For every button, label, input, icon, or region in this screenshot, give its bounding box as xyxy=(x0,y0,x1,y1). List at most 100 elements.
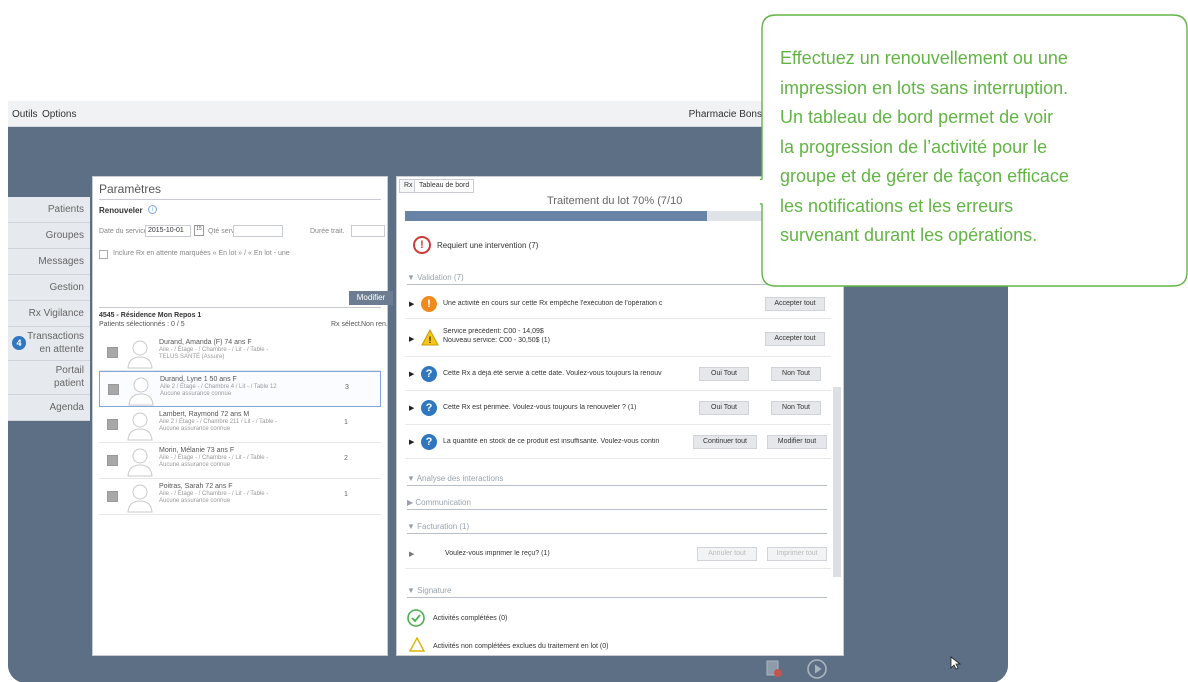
sidebar-item-portail[interactable]: Portail patient xyxy=(8,361,90,395)
tab-dashboard[interactable]: Tableau de bord xyxy=(414,179,475,193)
callout-line: les notifications et les erreurs xyxy=(780,195,1014,216)
patient-insurance: Aucune assurance connue xyxy=(159,426,231,432)
patient-insurance: TELUS SANTÉ (Assure) xyxy=(159,354,225,360)
accept-all-button[interactable]: Accepter tout xyxy=(765,332,825,346)
no-all-button[interactable]: Non Tout xyxy=(771,367,821,381)
question-icon: ? xyxy=(421,366,437,382)
menu-outils[interactable]: Outils xyxy=(12,109,38,120)
sidebar-item-groupes[interactable]: Groupes xyxy=(8,223,90,249)
expand-icon: ▼ xyxy=(407,273,418,282)
play-icon[interactable] xyxy=(806,658,828,680)
svg-text:!: ! xyxy=(429,335,432,345)
callout-line: Un tableau de bord permet de voir xyxy=(780,107,1054,127)
patient-checkbox[interactable] xyxy=(107,347,118,358)
patient-row[interactable]: Poitras, Sarah 72 ans F Aile - / Étage - … xyxy=(99,479,381,515)
date-field[interactable]: 2015-10-01 xyxy=(145,225,191,237)
facturation-label: Facturation (1) xyxy=(417,522,470,531)
patient-checkbox[interactable] xyxy=(108,384,119,395)
sidebar-item-messages[interactable]: Messages xyxy=(8,249,90,275)
patient-name: Poitras, Sarah 72 ans F xyxy=(159,483,233,490)
new-service-text: Nouveau service: C00 - 30,50$ (1) xyxy=(443,337,550,344)
patient-insurance: Aucune assurance connue xyxy=(159,462,231,468)
marketing-screenshot: Outils Options Pharmacie Bons C Patients… xyxy=(0,0,1188,682)
yes-all-button[interactable]: Oui Tout xyxy=(699,401,749,415)
portail-label-2: patient xyxy=(53,378,84,389)
divider xyxy=(99,199,381,200)
expand-arrow-icon[interactable]: ▶ xyxy=(409,550,414,558)
patient-address: Aile - / Étage - / Chambre - / Lit - / T… xyxy=(159,491,269,497)
renouveler-label: Renouveler xyxy=(99,206,143,215)
sidebar-item-rx-vigilance[interactable]: Rx Vigilance xyxy=(8,301,90,327)
include-checkbox[interactable] xyxy=(99,250,108,259)
non-ren-header: Non ren. xyxy=(361,321,388,328)
facturation-row: ▶ Voulez-vous imprimer le reçu? (1) Annu… xyxy=(405,539,831,569)
modify-all-button[interactable]: Modifier tout xyxy=(767,435,827,449)
continue-all-button[interactable]: Continuer tout xyxy=(693,435,757,449)
bottom-toolbar xyxy=(8,656,1008,682)
avatar xyxy=(127,340,153,369)
sidebar: Patients Groupes Messages Gestion Rx Vig… xyxy=(8,197,90,421)
callout-line: la progression de l’activité pour le xyxy=(780,136,1048,157)
accept-all-button[interactable]: Accepter tout xyxy=(765,297,825,311)
divider xyxy=(99,307,381,308)
section-communication[interactable]: ▶ Communication xyxy=(407,498,827,510)
expand-arrow-icon[interactable]: ▶ xyxy=(409,404,414,412)
duree-label: Durée trait. xyxy=(310,228,345,235)
yes-all-button[interactable]: Oui Tout xyxy=(699,367,749,381)
warning-triangle-icon xyxy=(409,637,425,652)
patients-selected: Patients sélectionnés : 0 / 5 xyxy=(99,321,185,328)
validation-label: Validation (7) xyxy=(417,273,464,282)
expand-icon: ▼ xyxy=(407,522,418,531)
patient-insurance: Aucune assurance connue xyxy=(159,498,231,504)
no-all-button[interactable]: Non Tout xyxy=(771,401,821,415)
signature-label: Signature xyxy=(417,586,452,595)
renew-icon[interactable] xyxy=(766,660,782,678)
expand-arrow-icon[interactable]: ▶ xyxy=(409,370,414,378)
patient-row[interactable]: Morin, Mélanie 73 ans F Aile - / Étage - … xyxy=(99,443,381,479)
avatar xyxy=(127,484,153,513)
non-completed-label: Activités non complétées exclues du trai… xyxy=(433,643,609,650)
expand-icon: ▼ xyxy=(407,586,418,595)
duree-field[interactable] xyxy=(351,225,385,237)
communication-label: Communication xyxy=(415,498,471,507)
group-title: 4545 - Résidence Mon Repos 1 xyxy=(99,312,202,319)
callout-text: Effectuez un renouvellement ou une impre… xyxy=(780,44,1180,251)
cancel-all-button[interactable]: Annuler tout xyxy=(697,547,757,561)
sidebar-item-agenda[interactable]: Agenda xyxy=(8,395,90,421)
patient-row[interactable]: Durand, Lyne 1 50 ans F Aile 2 / Étage - … xyxy=(99,371,381,407)
menu-options[interactable]: Options xyxy=(42,109,76,120)
modifier-button[interactable]: Modifier xyxy=(349,291,393,305)
question-icon: ? xyxy=(421,400,437,416)
row-text: Cette Rx est périmée. Voulez-vous toujou… xyxy=(443,404,637,411)
expand-arrow-icon[interactable]: ▶ xyxy=(409,335,414,343)
avatar xyxy=(127,448,153,477)
panel-title: Paramètres xyxy=(99,182,162,196)
patient-checkbox[interactable] xyxy=(107,419,118,430)
patient-name: Lambert, Raymond 72 ans M xyxy=(159,411,250,418)
patient-name: Morin, Mélanie 73 ans F xyxy=(159,447,235,454)
sidebar-item-transactions[interactable]: 4 Transactions en attente xyxy=(8,327,90,361)
print-all-button[interactable]: Imprimer tout xyxy=(767,547,827,561)
warning-triangle-icon: ! xyxy=(421,329,439,346)
section-facturation[interactable]: ▼ Facturation (1) xyxy=(407,522,827,534)
section-analyse[interactable]: ▼ Analyse des interactions xyxy=(407,474,827,486)
qte-field[interactable] xyxy=(233,225,283,237)
patient-checkbox[interactable] xyxy=(107,491,118,502)
rx-count: 2 xyxy=(344,455,348,462)
section-signature[interactable]: ▼ Signature xyxy=(407,586,827,598)
expand-arrow-icon[interactable]: ▶ xyxy=(409,438,414,446)
sidebar-item-gestion[interactable]: Gestion xyxy=(8,275,90,301)
patient-row[interactable]: Lambert, Raymond 72 ans M Aile 2 / Étage … xyxy=(99,407,381,443)
rx-count: 1 xyxy=(344,419,348,426)
completed-label: Activités complétées (0) xyxy=(433,615,508,622)
patient-row[interactable]: Durand, Amanda (F) 74 ans F Aile - / Étag… xyxy=(99,335,381,371)
intervention-label: Requiert une intervention (7) xyxy=(437,241,539,250)
intervention-icon: ! xyxy=(413,236,431,254)
expand-arrow-icon[interactable]: ▶ xyxy=(409,300,414,308)
scrollbar[interactable] xyxy=(833,387,841,577)
info-icon[interactable]: i xyxy=(148,205,157,214)
calendar-icon[interactable]: 15 xyxy=(194,225,204,236)
sidebar-item-patients[interactable]: Patients xyxy=(8,197,90,223)
patient-checkbox[interactable] xyxy=(107,455,118,466)
avatar xyxy=(127,412,153,441)
